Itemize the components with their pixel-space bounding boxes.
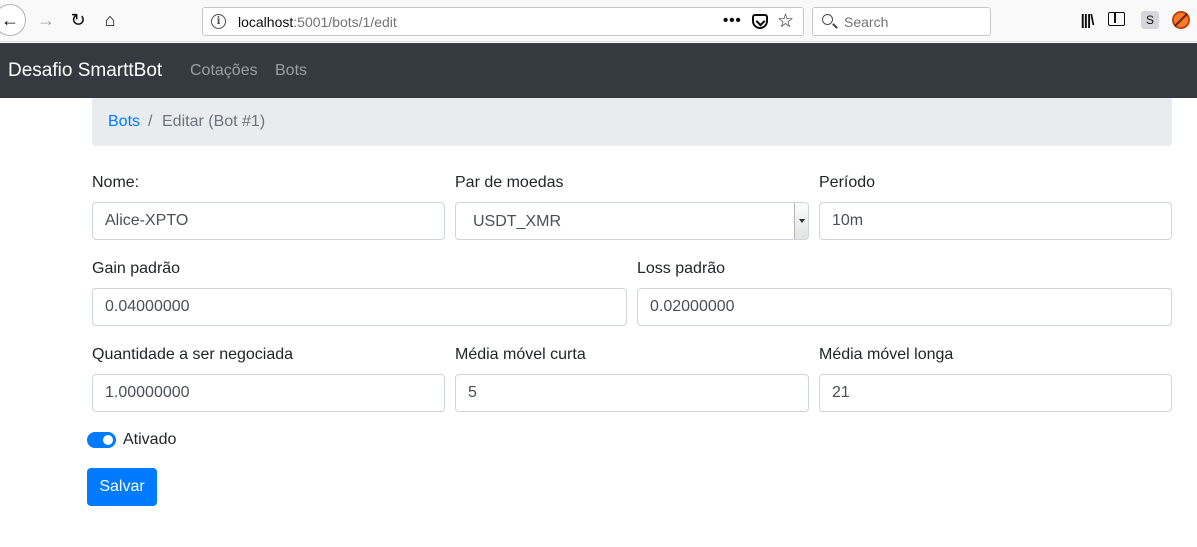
search-icon <box>822 14 833 25</box>
browser-search-input[interactable]: Search <box>812 7 991 36</box>
breadcrumb-current: Editar (Bot #1) <box>162 113 266 130</box>
gain-padrao-input[interactable]: 0.04000000 <box>92 288 627 326</box>
forward-arrow-icon[interactable]: → <box>32 6 60 34</box>
url-host: localhost <box>238 14 294 30</box>
library-icon[interactable]: |||\ <box>1077 9 1097 31</box>
breadcrumb-separator: / <box>148 113 153 130</box>
back-arrow-icon[interactable]: ← <box>0 4 26 36</box>
search-placeholder: Search <box>844 14 889 30</box>
quantidade-input[interactable]: 1.00000000 <box>92 374 445 412</box>
reload-icon[interactable]: ↻ <box>64 6 92 34</box>
home-icon[interactable]: ⌂ <box>96 6 124 34</box>
address-bar[interactable]: i localhost:5001/bots/1/edit ••• ☆ <box>202 7 804 36</box>
nome-input[interactable]: Alice-XPTO <box>92 202 445 240</box>
dropdown-arrow-icon[interactable] <box>794 203 808 239</box>
nav-link-cotacoes[interactable]: Cotações <box>190 62 258 80</box>
ativado-toggle[interactable] <box>87 432 116 448</box>
url-text[interactable]: localhost:5001/bots/1/edit <box>238 14 397 30</box>
pocket-icon[interactable] <box>752 14 768 29</box>
media-longa-input[interactable]: 21 <box>819 374 1172 412</box>
periodo-label: Período <box>819 174 876 191</box>
media-curta-input[interactable]: 5 <box>455 374 809 412</box>
ativado-label[interactable]: Ativado <box>123 431 176 449</box>
bookmark-star-icon[interactable]: ☆ <box>777 10 794 33</box>
breadcrumb-link-bots[interactable]: Bots <box>108 113 140 131</box>
par-de-moedas-value: USDT_XMR <box>473 213 562 230</box>
browser-toolbar: ← → ↻ ⌂ i localhost:5001/bots/1/edit •••… <box>0 0 1197 42</box>
navbar: Desafio SmarttBot Cotações Bots <box>0 43 1197 98</box>
page-actions-icon[interactable]: ••• <box>723 12 742 29</box>
loss-padrao-label: Loss padrão <box>637 260 726 277</box>
periodo-input[interactable]: 10m <box>819 202 1172 240</box>
par-de-moedas-label: Par de moedas <box>455 174 564 191</box>
breadcrumb: Bots / Editar (Bot #1) <box>92 98 1172 146</box>
sidebar-icon[interactable] <box>1108 12 1125 26</box>
save-button[interactable]: Salvar <box>87 468 157 506</box>
gain-padrao-label: Gain padrão <box>92 260 181 277</box>
par-de-moedas-select[interactable]: USDT_XMR <box>455 202 809 240</box>
loss-padrao-input[interactable]: 0.02000000 <box>637 288 1172 326</box>
media-curta-label: Média móvel curta <box>455 346 586 363</box>
blocker-extension-icon[interactable] <box>1172 11 1190 29</box>
extension-s-icon[interactable]: S <box>1141 11 1159 29</box>
nome-label: Nome: <box>92 174 140 191</box>
nav-link-bots[interactable]: Bots <box>275 62 307 80</box>
info-icon[interactable]: i <box>211 14 226 29</box>
url-path: :5001/bots/1/edit <box>293 14 397 30</box>
quantidade-label: Quantidade a ser negociada <box>92 346 294 363</box>
media-longa-label: Média móvel longa <box>819 346 954 363</box>
navbar-brand[interactable]: Desafio SmarttBot <box>8 60 162 82</box>
